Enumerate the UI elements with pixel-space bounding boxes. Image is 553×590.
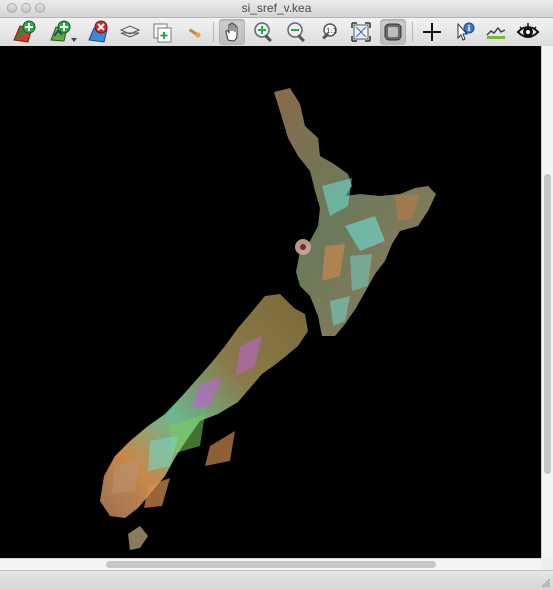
vertical-scroll-thumb[interactable]	[544, 174, 551, 474]
profile-button[interactable]	[483, 19, 509, 45]
new-window-icon	[153, 23, 172, 43]
zoom-full-extent-button[interactable]	[348, 19, 374, 45]
map-canvas[interactable]	[0, 46, 541, 558]
horizontal-scroll-thumb[interactable]	[106, 561, 436, 568]
zoom-in-icon	[254, 22, 272, 43]
add-layer-icon	[13, 20, 36, 43]
toolbar: 1:1	[0, 18, 553, 47]
horizontal-scrollbar[interactable]	[0, 558, 541, 570]
remove-layer-icon	[88, 20, 108, 43]
add-vector-icon	[50, 20, 77, 42]
add-layer-button[interactable]	[11, 19, 37, 45]
window-title: si_sref_v.kea	[241, 1, 312, 15]
query-button[interactable]	[419, 19, 445, 45]
pan-hand-icon	[225, 22, 238, 42]
toolbar-separator	[412, 22, 413, 42]
zoom-full-extent-icon	[351, 22, 371, 42]
tools-button[interactable]	[182, 19, 208, 45]
zoom-native-icon: 1:1	[322, 23, 337, 40]
zoom-native-button[interactable]: 1:1	[317, 19, 343, 45]
remove-layer-button[interactable]	[86, 19, 112, 45]
resize-grip-icon[interactable]	[539, 576, 551, 588]
layers-button[interactable]	[117, 19, 143, 45]
scroll-corner	[541, 558, 553, 570]
zoom-in-button[interactable]	[251, 19, 277, 45]
follow-extent-icon	[384, 23, 402, 41]
query-info-icon	[457, 22, 475, 41]
follow-extent-button[interactable]	[380, 19, 406, 45]
crosshair-icon	[423, 23, 441, 41]
vertical-scrollbar[interactable]	[541, 46, 553, 558]
title-bar[interactable]: si_sref_v.kea	[0, 0, 553, 18]
new-window-button[interactable]	[150, 19, 176, 45]
svg-text:1:1: 1:1	[326, 27, 337, 35]
status-bar	[0, 570, 553, 590]
raster-image	[100, 88, 436, 550]
app-window: si_sref_v.kea 1:1	[0, 0, 553, 590]
profile-icon	[486, 26, 506, 39]
stewart-island	[128, 526, 148, 550]
zoom-out-button[interactable]	[284, 19, 310, 45]
toolbar-separator	[213, 22, 214, 42]
eye-icon	[516, 23, 540, 38]
pan-button[interactable]	[219, 19, 245, 45]
view-options-button[interactable]	[515, 19, 541, 45]
tools-icon	[188, 28, 201, 38]
add-vector-button[interactable]	[48, 19, 77, 45]
query-info-button[interactable]	[451, 19, 477, 45]
zoom-out-icon	[287, 22, 305, 43]
layers-icon	[119, 25, 141, 38]
